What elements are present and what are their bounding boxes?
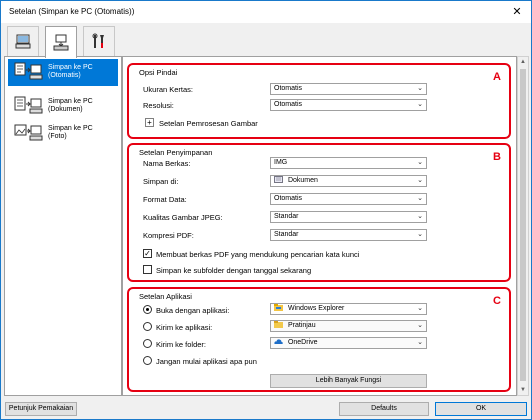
scroll-down-icon[interactable]: ▼: [520, 387, 526, 393]
settings-window: Setelan (Simpan ke PC (Otomatis)) ✕ Simp…: [0, 0, 532, 420]
section-b-title: Setelan Penyimpanan: [139, 148, 213, 157]
tab-scan-from-panel[interactable]: [45, 26, 77, 58]
no-app-label: Jangan mulai aplikasi apa pun: [156, 357, 257, 366]
open-with-label: Buka dengan aplikasi:: [156, 306, 230, 315]
mode-list: Simpan ke PC (Otomatis) Simpan ke PC (Doku…: [4, 56, 122, 396]
tab-scan-from-computer[interactable]: [7, 26, 39, 56]
list-item-document-sublabel: (Dokumen): [48, 106, 83, 113]
section-c-letter: C: [493, 295, 501, 307]
instructions-button[interactable]: Petunjuk Pemakaian: [5, 402, 77, 416]
scroll-up-icon[interactable]: ▲: [520, 59, 526, 65]
tab-bar: [1, 23, 531, 58]
list-item-auto-label: Simpan ke PC: [48, 64, 93, 71]
subfolder-label: Simpan ke subfolder dengan tanggal sekar…: [156, 266, 312, 275]
resolution-value: Otomatis: [274, 101, 303, 108]
send-to-app-value: Pratinjau: [287, 322, 316, 329]
send-to-app-label: Kirim ke aplikasi:: [156, 323, 213, 332]
searchable-pdf-label: Membuat berkas PDF yang mendukung pencar…: [156, 250, 360, 259]
chevron-down-icon: ⌄: [417, 85, 423, 92]
data-format-value: Otomatis: [274, 195, 303, 202]
section-c-title: Setelan Aplikasi: [139, 292, 192, 301]
title-bar: Setelan (Simpan ke PC (Otomatis)) ✕: [1, 1, 531, 23]
resolution-label: Resolusi:: [143, 101, 174, 110]
section-a-letter: A: [493, 71, 501, 83]
chevron-down-icon: ⌄: [417, 339, 423, 346]
scroll-thumb[interactable]: [520, 69, 526, 381]
expand-icon[interactable]: +: [145, 118, 154, 127]
jpeg-quality-value: Standar: [274, 213, 299, 220]
file-name-value: IMG: [274, 159, 288, 166]
chevron-down-icon: ⌄: [417, 177, 423, 184]
section-application-settings: Setelan Aplikasi C Buka dengan aplikasi:…: [127, 287, 511, 392]
window-title: Setelan (Simpan ke PC (Otomatis)): [9, 7, 135, 16]
pdf-compression-value: Standar: [274, 231, 299, 238]
chevron-down-icon: ⌄: [417, 195, 423, 202]
open-with-radio[interactable]: [143, 305, 152, 314]
open-with-value: Windows Explorer: [287, 305, 345, 312]
paper-size-value: Otomatis: [274, 85, 303, 92]
list-item-document-label: Simpan ke PC: [48, 98, 93, 105]
list-item-auto-sublabel: (Otomatis): [48, 72, 81, 79]
send-to-app-select[interactable]: Pratinjau ⌄: [270, 320, 427, 332]
auto-save-pc-icon: [14, 62, 43, 80]
send-to-app-radio[interactable]: [143, 322, 152, 331]
tools-icon: [92, 33, 104, 48]
paper-size-select[interactable]: Otomatis ⌄: [270, 83, 427, 95]
close-icon[interactable]: ✕: [509, 4, 525, 20]
list-item-document[interactable]: Simpan ke PC (Dokumen): [8, 93, 118, 120]
send-to-folder-radio[interactable]: [143, 339, 152, 348]
pdf-compression-label: Kompresi PDF:: [143, 231, 194, 240]
list-item-photo-sublabel: (Foto): [48, 133, 67, 140]
more-functions-button[interactable]: Lebih Banyak Fungsi: [270, 374, 427, 388]
jpeg-quality-select[interactable]: Standar ⌄: [270, 211, 427, 223]
chevron-down-icon: ⌄: [417, 305, 423, 312]
save-in-select[interactable]: Dokumen ⌄: [270, 175, 427, 187]
ok-button[interactable]: OK: [435, 402, 527, 416]
send-to-folder-select[interactable]: OneDrive ⌄: [270, 337, 427, 349]
explorer-icon: [274, 304, 283, 311]
photo-save-pc-icon: [14, 124, 43, 141]
image-processing-link[interactable]: Setelan Pemrosesan Gambar: [159, 119, 258, 128]
no-app-radio[interactable]: [143, 356, 152, 365]
section-b-letter: B: [493, 151, 501, 163]
subfolder-checkbox[interactable]: [143, 265, 152, 274]
list-item-photo-label: Simpan ke PC: [48, 125, 93, 132]
section-scan-options: Opsi Pindai A Ukuran Kertas: Otomatis ⌄ …: [127, 63, 511, 139]
list-item-photo[interactable]: Simpan ke PC (Foto): [8, 120, 118, 147]
vertical-scrollbar[interactable]: ▲ ▼: [517, 56, 529, 396]
chevron-down-icon: ⌄: [417, 231, 423, 238]
preview-folder-icon: [274, 321, 283, 328]
data-format-label: Format Data:: [143, 195, 187, 204]
open-with-select[interactable]: Windows Explorer ⌄: [270, 303, 427, 315]
chevron-down-icon: ⌄: [417, 213, 423, 220]
chevron-down-icon: ⌄: [417, 159, 423, 166]
send-to-folder-value: OneDrive: [287, 339, 318, 346]
save-in-value: Dokumen: [287, 177, 318, 184]
documents-folder-icon: [274, 176, 283, 183]
send-to-folder-label: Kirim ke folder:: [156, 340, 207, 349]
file-name-select[interactable]: IMG ⌄: [270, 157, 427, 169]
computer-scan-icon: [15, 34, 31, 48]
chevron-down-icon: ⌄: [417, 322, 423, 329]
data-format-select[interactable]: Otomatis ⌄: [270, 193, 427, 205]
jpeg-quality-label: Kualitas Gambar JPEG:: [143, 213, 223, 222]
save-in-label: Simpan di:: [143, 177, 179, 186]
section-a-title: Opsi Pindai: [139, 68, 178, 77]
tab-general-settings[interactable]: [83, 26, 115, 56]
searchable-pdf-checkbox[interactable]: ✓: [143, 249, 152, 258]
list-item-auto[interactable]: Simpan ke PC (Otomatis): [8, 59, 118, 86]
pdf-compression-select[interactable]: Standar ⌄: [270, 229, 427, 241]
chevron-down-icon: ⌄: [417, 101, 423, 108]
scan-to-pc-icon: [53, 34, 69, 50]
paper-size-label: Ukuran Kertas:: [143, 85, 194, 94]
resolution-select[interactable]: Otomatis ⌄: [270, 99, 427, 111]
document-save-pc-icon: [14, 96, 43, 114]
section-save-settings: Setelan Penyimpanan B Nama Berkas: IMG ⌄…: [127, 143, 511, 282]
onedrive-icon: [274, 338, 283, 345]
file-name-label: Nama Berkas:: [143, 159, 191, 168]
defaults-button[interactable]: Defaults: [339, 402, 429, 416]
